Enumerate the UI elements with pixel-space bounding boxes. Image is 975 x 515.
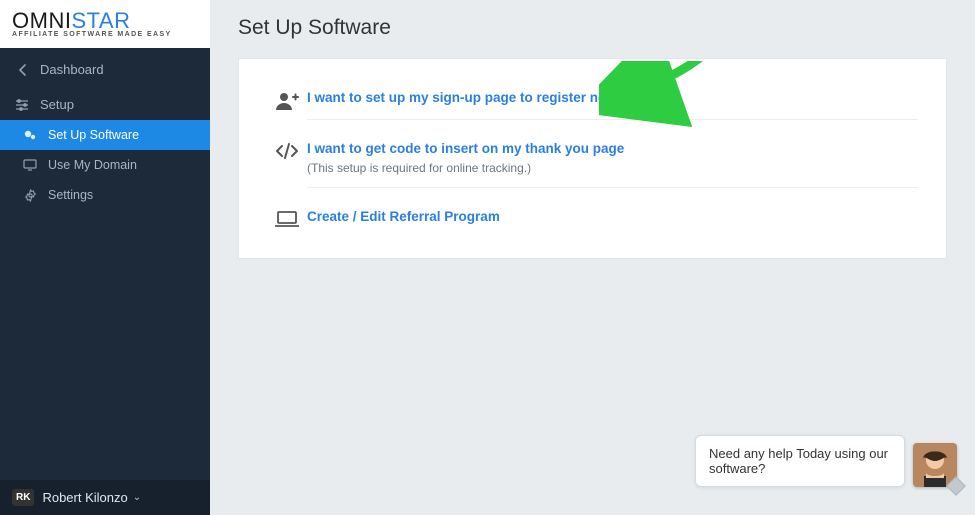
user-plus-icon <box>267 89 307 111</box>
option-thank-you-code[interactable]: I want to get code to insert on my thank… <box>307 141 624 156</box>
page-title: Set Up Software <box>210 0 975 58</box>
brand-text-b: STAR <box>71 8 130 33</box>
nav-back-label: Dashboard <box>40 62 104 77</box>
option-signup-page[interactable]: I want to set up my sign-up page to regi… <box>307 90 656 105</box>
sliders-icon <box>14 99 30 111</box>
nav-item-settings[interactable]: Settings <box>0 180 210 210</box>
chat-message: Need any help Today using our software? <box>709 446 888 476</box>
chevron-left-icon <box>14 64 30 76</box>
nav-item-use-my-domain[interactable]: Use My Domain <box>0 150 210 180</box>
chat-help-bubble[interactable]: Need any help Today using our software? <box>695 435 905 487</box>
nav-item-label: Settings <box>48 188 93 202</box>
laptop-icon <box>267 208 307 228</box>
option-referral-program[interactable]: Create / Edit Referral Program <box>307 209 500 224</box>
nav-back-dashboard[interactable]: Dashboard <box>0 50 210 89</box>
nav-setup-label: Setup <box>40 97 74 112</box>
gears-icon <box>22 129 38 141</box>
monitor-icon <box>22 159 38 171</box>
code-icon <box>267 140 307 160</box>
brand-tagline: AFFILIATE SOFTWARE MADE EASY <box>12 31 172 38</box>
user-menu[interactable]: RK Robert Kilonzo ⌄ <box>0 480 210 515</box>
sidebar: OMNISTAR AFFILIATE SOFTWARE MADE EASY Da… <box>0 0 210 515</box>
user-name: Robert Kilonzo <box>42 490 127 505</box>
nav-item-setup-software[interactable]: Set Up Software <box>0 120 210 150</box>
option-note: (This setup is required for online track… <box>307 161 918 175</box>
user-initials-badge: RK <box>12 489 34 506</box>
main-content: Set Up Software I want to s <box>210 0 975 515</box>
nav-item-label: Use My Domain <box>48 158 137 172</box>
chevron-down-icon: ⌄ <box>133 492 141 503</box>
nav-setup[interactable]: Setup <box>0 89 210 120</box>
nav-item-label: Set Up Software <box>48 128 139 142</box>
gear-icon <box>22 189 38 202</box>
setup-card: I want to set up my sign-up page to regi… <box>238 58 947 259</box>
sidebar-nav: Dashboard Setup Set Up Software Use My D… <box>0 50 210 210</box>
brand-logo[interactable]: OMNISTAR AFFILIATE SOFTWARE MADE EASY <box>0 0 210 48</box>
brand-text-a: OMNI <box>12 8 71 33</box>
